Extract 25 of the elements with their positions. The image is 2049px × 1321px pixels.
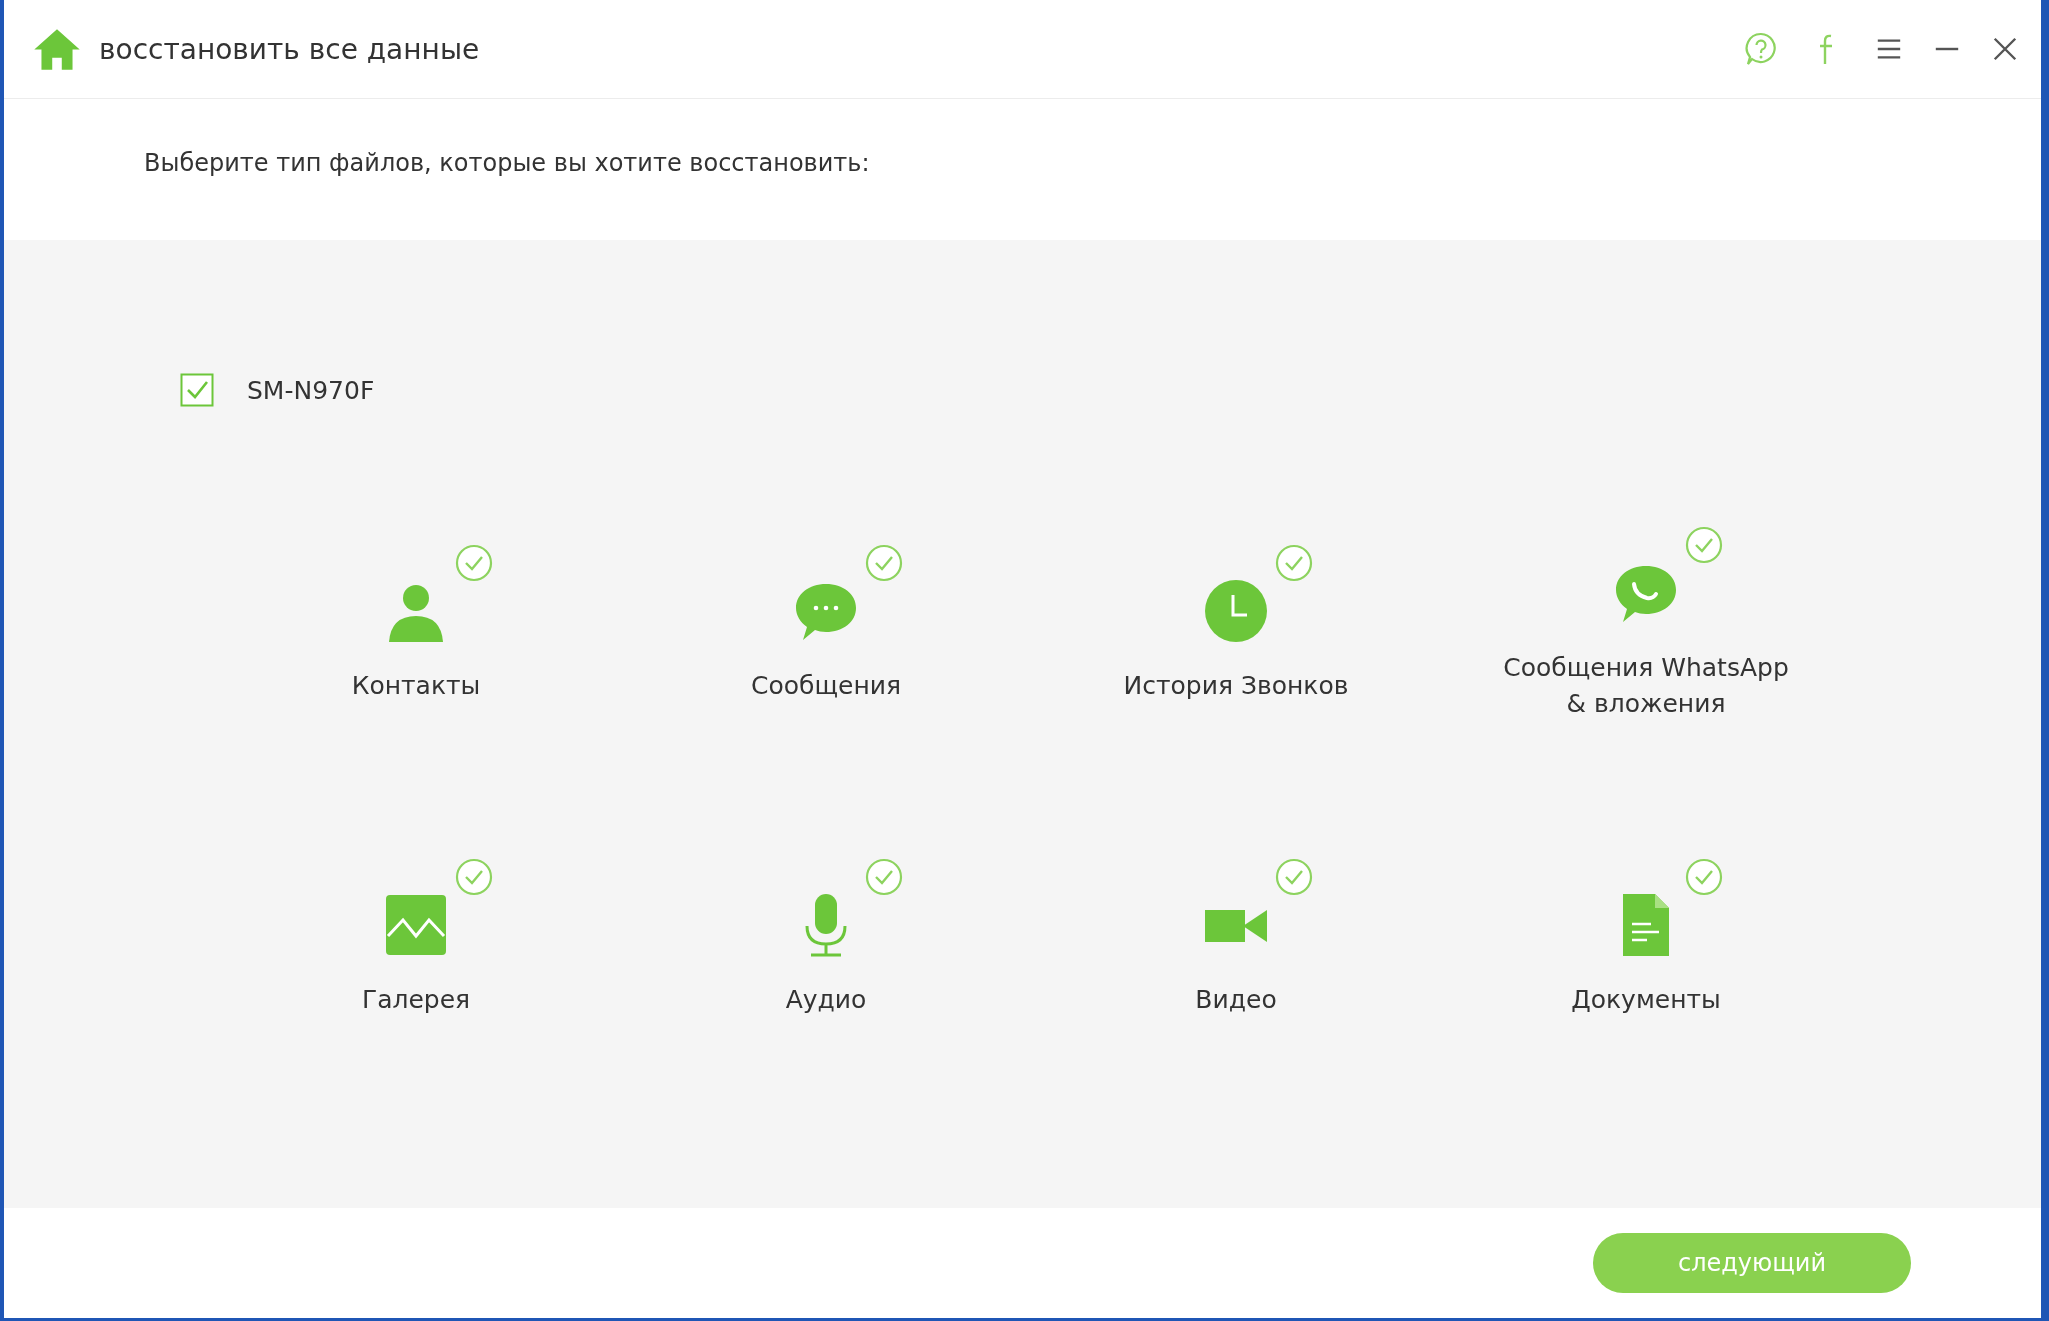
- category-label: Сообщения WhatsApp & вложения: [1503, 651, 1789, 720]
- check-circle-icon[interactable]: [455, 857, 493, 896]
- check-circle-icon[interactable]: [1275, 543, 1313, 582]
- check-circle-icon[interactable]: [865, 857, 903, 896]
- category-label: Сообщения: [751, 669, 901, 702]
- category-label: Контакты: [351, 669, 481, 702]
- category-label: История Звонков: [1123, 669, 1349, 702]
- category-label: Галерея: [361, 983, 471, 1016]
- check-circle-icon[interactable]: [1685, 525, 1723, 564]
- check-circle-icon[interactable]: [455, 543, 493, 582]
- instruction-text: Выберите тип файлов, которые вы хотите восстановить:: [144, 148, 870, 177]
- device-checkbox[interactable]: [180, 373, 214, 407]
- check-circle-icon[interactable]: [865, 543, 903, 582]
- category-label: Документы: [1571, 983, 1721, 1016]
- next-button[interactable]: следующий: [1593, 1233, 1911, 1293]
- device-name: SM-N970F: [247, 375, 375, 405]
- clock-icon[interactable]: [1203, 577, 1269, 644]
- category-label: Аудио: [785, 983, 867, 1016]
- close-icon[interactable]: [1991, 35, 2019, 63]
- check-circle-icon[interactable]: [1275, 857, 1313, 896]
- help-icon[interactable]: [1743, 31, 1779, 67]
- check-circle-icon[interactable]: [1685, 857, 1723, 896]
- home-icon[interactable]: [33, 27, 81, 71]
- category-label: Видео: [1195, 983, 1277, 1016]
- window-title: восстановить все данные: [99, 32, 480, 66]
